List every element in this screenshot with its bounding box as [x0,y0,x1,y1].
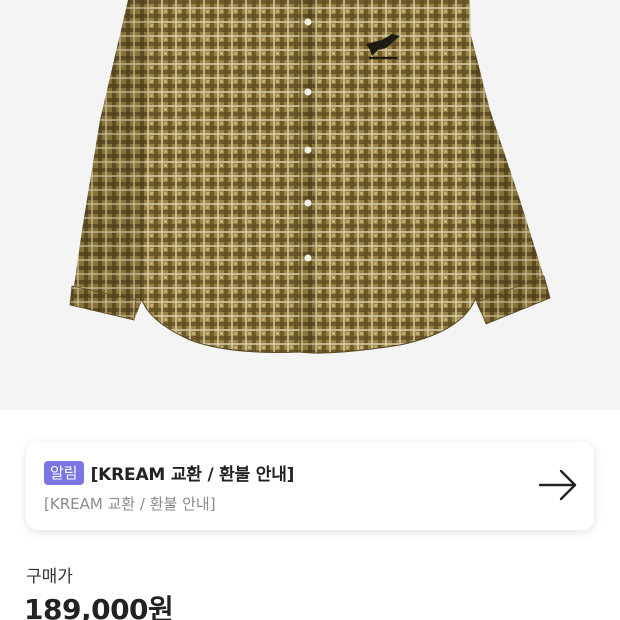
product-image[interactable] [0,0,620,410]
button-dot [304,199,312,207]
button-dot [304,88,312,96]
button-dot [304,254,312,262]
product-detail-page: 알림 [KREAM 교환 / 환불 안내] [KREAM 교환 / 환불 안내]… [0,0,620,620]
button-dot [304,146,312,154]
notice-card[interactable]: 알림 [KREAM 교환 / 환불 안내] [KREAM 교환 / 환불 안내] [26,442,594,530]
price-value: 189,000원 [24,593,174,620]
notice-header: 알림 [KREAM 교환 / 환불 안내] [44,460,294,485]
notice-title: [KREAM 교환 / 환불 안내] [90,465,295,485]
price-label: 구매가 [26,567,73,587]
notice-subtitle: [KREAM 교환 / 환불 안내] [44,495,216,513]
arrow-right-icon[interactable] [538,469,578,501]
button-dot [304,18,312,26]
notice-badge: 알림 [44,460,84,485]
plaid-shirt-illustration [0,0,620,410]
placket [300,0,316,352]
